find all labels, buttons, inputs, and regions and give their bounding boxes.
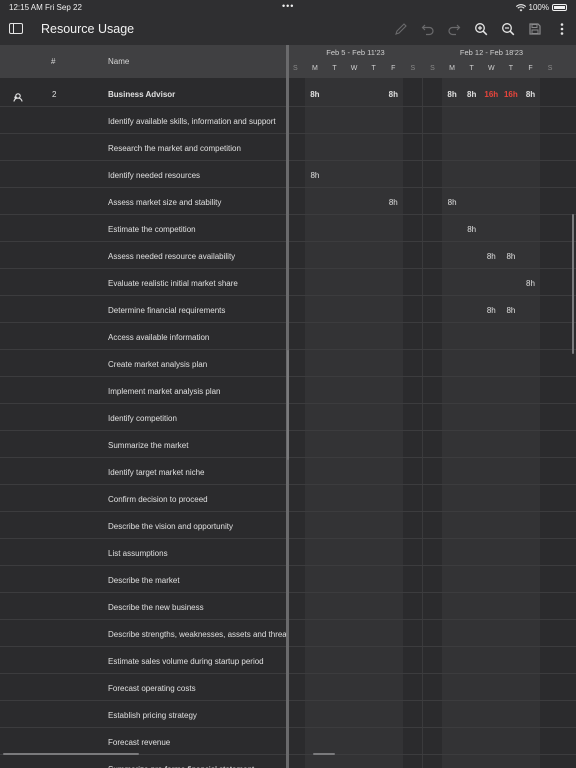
column-header-name[interactable]: Name xyxy=(108,57,129,66)
pencil-icon[interactable] xyxy=(392,20,410,38)
hours-cell[interactable]: 8h xyxy=(462,225,482,234)
battery-icon xyxy=(552,4,567,11)
zoom-out-icon[interactable] xyxy=(499,20,517,38)
wifi-icon xyxy=(515,3,526,11)
row-name: Assess market size and stability xyxy=(108,198,222,207)
row-name: Establish pricing strategy xyxy=(108,711,197,720)
day-label: S xyxy=(410,65,416,72)
left-vertical-scrollbar[interactable] xyxy=(287,350,289,460)
row-name: Forecast operating costs xyxy=(108,684,196,693)
toolbar: Resource Usage xyxy=(0,14,576,45)
column-header-number[interactable]: # xyxy=(51,57,55,66)
week-label-2: Feb 12 - Feb 18'23 xyxy=(459,48,524,57)
day-label: T xyxy=(508,65,514,72)
status-date: Fri Sep 22 xyxy=(45,3,82,12)
row-name: Describe the new business xyxy=(108,603,204,612)
redo-icon[interactable] xyxy=(445,20,463,38)
day-label: S xyxy=(430,65,435,72)
hours-cell[interactable]: 8h xyxy=(521,90,541,99)
row-name: Evaluate realistic initial market share xyxy=(108,279,238,288)
week-label-1: Feb 5 - Feb 11'23 xyxy=(326,48,385,57)
battery-percent: 100% xyxy=(528,3,549,12)
row-name: Assess needed resource availability xyxy=(108,252,236,261)
overallocated-hours-cell[interactable]: 16h xyxy=(501,90,521,99)
status-time: 12:15 AM xyxy=(9,3,43,12)
day-label: M xyxy=(449,65,456,72)
row-name: Implement market analysis plan xyxy=(108,387,221,396)
hours-cell[interactable]: 8h xyxy=(501,252,521,261)
day-label: F xyxy=(391,65,396,72)
zoom-in-icon[interactable] xyxy=(472,20,490,38)
more-menu-icon[interactable] xyxy=(553,20,571,38)
hours-cell[interactable]: 8h xyxy=(384,90,404,99)
row-name: Confirm decision to proceed xyxy=(108,495,208,504)
row-name: Forecast revenue xyxy=(108,738,171,747)
sidebar-toggle-icon[interactable] xyxy=(9,23,23,34)
status-bar: 12:15 AM Fri Sep 22 ••• 100% xyxy=(0,0,576,14)
day-label: W xyxy=(350,65,358,72)
row-name: Create market analysis plan xyxy=(108,360,208,369)
right-vertical-scrollbar[interactable] xyxy=(572,214,574,354)
day-label: S xyxy=(547,65,553,72)
hours-cell[interactable]: 8h xyxy=(384,198,404,207)
day-label: T xyxy=(469,65,474,72)
row-name: Research the market and competition xyxy=(108,144,241,153)
row-name: Identify needed resources xyxy=(108,171,201,180)
row-name: List assumptions xyxy=(108,549,168,558)
overallocated-hours-cell[interactable]: 16h xyxy=(482,90,502,99)
row-name: Describe the market xyxy=(108,576,180,585)
hours-cell[interactable]: 8h xyxy=(462,90,482,99)
hours-cell[interactable]: 8h xyxy=(482,306,502,315)
undo-icon[interactable] xyxy=(419,20,437,38)
day-label: W xyxy=(487,65,495,72)
hours-cell[interactable]: 8h xyxy=(442,198,462,207)
multitasking-dots-icon[interactable]: ••• xyxy=(282,1,294,11)
row-name: Identify target market niche xyxy=(108,468,205,477)
row-name: Estimate the competition xyxy=(108,225,196,234)
row-name: Describe the vision and opportunity xyxy=(108,522,233,531)
resource-icon xyxy=(13,89,23,102)
hours-cell[interactable]: 8h xyxy=(482,252,502,261)
hours-cell[interactable]: 8h xyxy=(305,171,325,180)
hours-cell[interactable]: 8h xyxy=(442,90,462,99)
day-label: T xyxy=(371,65,376,72)
row-name: Determine financial requirements xyxy=(108,306,226,315)
row-number: 2 xyxy=(52,90,57,99)
save-icon[interactable] xyxy=(526,20,544,38)
hours-cell[interactable]: 8h xyxy=(305,90,325,99)
row-name: Describe strengths, weaknesses, assets a… xyxy=(108,630,288,639)
day-label: M xyxy=(311,65,318,72)
page-title: Resource Usage xyxy=(41,22,135,36)
row-name: Identify competition xyxy=(108,414,177,423)
right-horizontal-scrollbar[interactable] xyxy=(313,753,335,755)
hours-cell[interactable]: 8h xyxy=(501,306,521,315)
day-label: T xyxy=(332,65,337,72)
row-name: Summarize the market xyxy=(108,441,189,450)
hours-cell[interactable]: 8h xyxy=(521,279,541,288)
left-horizontal-scrollbar[interactable] xyxy=(3,753,139,755)
row-name: Estimate sales volume during startup per… xyxy=(108,657,264,666)
row-name: Business Advisor xyxy=(108,90,176,99)
status-right: 100% xyxy=(515,3,567,12)
row-name: Identify available skills, information a… xyxy=(108,117,276,126)
row-name: Access available information xyxy=(108,333,210,342)
day-label: F xyxy=(528,65,533,72)
